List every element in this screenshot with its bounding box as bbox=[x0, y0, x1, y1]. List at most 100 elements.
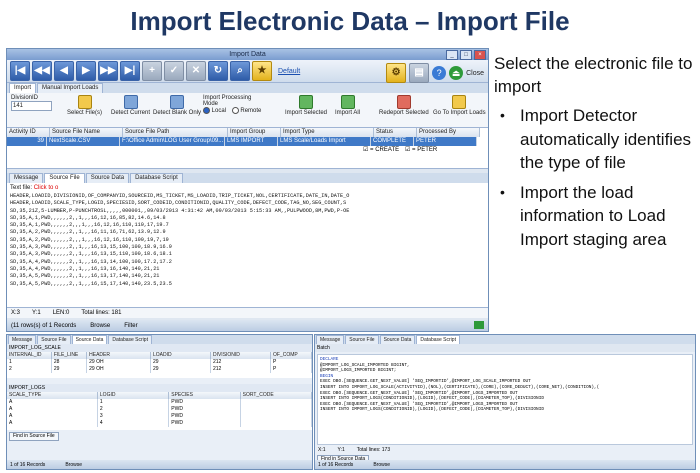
table-row[interactable]: A 1 PWD bbox=[7, 399, 312, 406]
bullet-item: • Import the load information to Load Imp… bbox=[500, 182, 667, 249]
col-scale-type[interactable]: SCALE_TYPE bbox=[7, 392, 98, 399]
detect-blank-only-button[interactable]: Detect Blank Only bbox=[153, 95, 201, 116]
col-sort-code[interactable]: SORT_CODE bbox=[240, 392, 312, 399]
import-ribbon: DivisionID 141 Select File(s) Detect Cur… bbox=[7, 93, 488, 128]
select-files-button[interactable]: Select File(s) bbox=[67, 95, 102, 116]
tab-message[interactable]: Message bbox=[9, 173, 44, 183]
bl-tab-source-data[interactable]: Source Data bbox=[71, 335, 108, 344]
lead-text: Select the electronic file to import bbox=[494, 54, 693, 96]
window-close-button[interactable]: × bbox=[474, 50, 486, 60]
cancel-x-icon[interactable]: ✕ bbox=[186, 61, 206, 81]
table-row[interactable]: 39 NextScale.CSV F:\Office Admin\LOG Use… bbox=[7, 137, 488, 146]
cursor-x: X:3 bbox=[11, 310, 21, 316]
col-source-file-path[interactable]: Source File Path bbox=[123, 128, 228, 137]
default-layout-link[interactable]: Default bbox=[278, 68, 300, 75]
br-tab-source-data[interactable]: Source Data bbox=[379, 335, 416, 344]
table-row[interactable]: A 3 PWD bbox=[7, 413, 312, 420]
col-processed-by[interactable]: Processed By bbox=[417, 128, 480, 137]
detect-current-button[interactable]: Detect Current bbox=[111, 95, 150, 116]
sql-script-text[interactable]: DECLARE @IMPORT_LOG_SCALE_IMPORTED BIGIN… bbox=[317, 354, 693, 445]
col-file-line[interactable]: FILE_LINE bbox=[51, 352, 88, 359]
table-cell bbox=[241, 420, 312, 427]
source-file-text[interactable]: Text file: Click to o HEADER,LOADID,DIVI… bbox=[7, 183, 488, 308]
br-tabs: Message Source File Source Data Database… bbox=[315, 335, 695, 344]
col-divisionid[interactable]: DIVISIONID bbox=[210, 352, 271, 359]
status-filter[interactable]: ☑ = CREATE bbox=[361, 146, 403, 155]
minimize-button[interactable]: _ bbox=[446, 50, 458, 60]
redeport-label: Redeport Selected bbox=[379, 110, 429, 116]
col-activity-id[interactable]: Activity ID bbox=[7, 128, 50, 137]
tab-source-data[interactable]: Source Data bbox=[85, 173, 130, 183]
processed-filter[interactable]: ☑ = PETER bbox=[403, 146, 465, 155]
add-icon[interactable]: + bbox=[142, 61, 162, 81]
redeport-selected-button[interactable]: Redeport Selected bbox=[379, 95, 429, 116]
search-icon[interactable]: ⌕ bbox=[230, 61, 250, 81]
tab-import[interactable]: Import bbox=[9, 83, 37, 93]
status-bar: (11 rows(s) of 1 Records Browse Filter bbox=[7, 320, 488, 331]
first-record-icon[interactable]: |◀ bbox=[10, 61, 30, 81]
table-cell: 2 bbox=[98, 406, 170, 413]
br-tab-database-script[interactable]: Database Script bbox=[416, 335, 460, 344]
star-icon[interactable]: ★ bbox=[252, 61, 272, 81]
next-page-icon[interactable]: ▶▶ bbox=[98, 61, 118, 81]
br-tab-message[interactable]: Message bbox=[316, 335, 345, 344]
line-length: LEN:0 bbox=[52, 310, 70, 316]
refresh-icon[interactable]: ↻ bbox=[208, 61, 228, 81]
table-cell: PWD bbox=[169, 399, 241, 406]
settings-icon[interactable]: ⚙ bbox=[386, 63, 407, 83]
table-cell: PWD bbox=[169, 413, 241, 420]
status-indicator-icon bbox=[474, 321, 484, 329]
help-icon[interactable]: ? bbox=[432, 66, 447, 80]
source-text-line: SD,35,A,1,PWD,,,,,,2,,,1,,,16,12,16,110,… bbox=[10, 222, 169, 229]
col-status[interactable]: Status bbox=[374, 128, 417, 137]
table-row[interactable]: 2 29 29 OH 29 212 P bbox=[7, 366, 312, 373]
import-selected-button[interactable]: Import Selected bbox=[285, 95, 327, 116]
table-cell: 4 bbox=[98, 420, 170, 427]
click-to-open-link[interactable]: Click to o bbox=[34, 185, 59, 191]
col-internal-id[interactable]: INTERNAL_ID bbox=[7, 352, 52, 359]
table-row[interactable]: A 2 PWD bbox=[7, 406, 312, 413]
bl-tab-database-script[interactable]: Database Script bbox=[108, 335, 152, 344]
go-to-label: Go To Import Loads bbox=[433, 110, 486, 116]
local-radio[interactable] bbox=[203, 107, 210, 114]
col-source-file-name[interactable]: Source File Name bbox=[50, 128, 123, 137]
go-to-import-loads-button[interactable]: Go To Import Loads bbox=[433, 95, 486, 116]
table-cell: 29 bbox=[151, 366, 211, 373]
remote-radio[interactable] bbox=[231, 107, 239, 114]
table-row[interactable]: A 4 PWD bbox=[7, 420, 312, 427]
col-loadid[interactable]: LOADID bbox=[150, 352, 211, 359]
detect-blank-icon bbox=[170, 95, 185, 109]
col-logid[interactable]: LOGID bbox=[97, 392, 170, 399]
br-cursor-y: Y:1 bbox=[337, 447, 345, 453]
table-cell: PWD bbox=[169, 420, 241, 427]
close-label[interactable]: Close bbox=[466, 70, 484, 77]
br-tab-source-file[interactable]: Source File bbox=[345, 335, 379, 344]
last-record-icon[interactable]: ▶| bbox=[120, 61, 140, 81]
next-record-icon[interactable]: ▶ bbox=[76, 61, 96, 81]
prev-page-icon[interactable]: ◀◀ bbox=[32, 61, 52, 81]
col-species[interactable]: SPECIES bbox=[169, 392, 241, 399]
batch-tab[interactable]: Batch bbox=[315, 344, 695, 352]
browse-mode: Browse bbox=[90, 322, 111, 329]
bl-tab-message[interactable]: Message bbox=[8, 335, 37, 344]
col-import-group[interactable]: Import Group bbox=[228, 128, 281, 137]
table-row[interactable]: 1 28 29 OH 29 212 P bbox=[7, 359, 312, 366]
table-cell: 29 bbox=[52, 366, 88, 373]
tab-source-file[interactable]: Source File bbox=[44, 173, 85, 183]
col-import-type[interactable]: Import Type bbox=[281, 128, 374, 137]
records-count: (11 rows(s) of 1 Records bbox=[11, 322, 77, 329]
prev-record-icon[interactable]: ◀ bbox=[54, 61, 74, 81]
bl-tab-source-file[interactable]: Source File bbox=[37, 335, 71, 344]
tab-manual-import-loads[interactable]: Manual Import Loads bbox=[37, 83, 104, 93]
maximize-button[interactable]: □ bbox=[460, 50, 472, 60]
col-of-comp[interactable]: OF_COMP bbox=[270, 352, 312, 359]
print-icon[interactable]: ▤ bbox=[409, 63, 430, 83]
find-in-source-file-button[interactable]: Find in Source File bbox=[9, 432, 59, 441]
tab-database-script[interactable]: Database Script bbox=[130, 173, 183, 183]
col-header[interactable]: HEADER bbox=[87, 352, 151, 359]
close-icon[interactable]: ⏏ bbox=[449, 66, 464, 80]
import-all-button[interactable]: Import All bbox=[335, 95, 360, 116]
division-select[interactable]: 141 bbox=[11, 101, 52, 111]
detect-blank-label: Detect Blank Only bbox=[153, 110, 202, 116]
save-check-icon[interactable]: ✓ bbox=[164, 61, 184, 81]
